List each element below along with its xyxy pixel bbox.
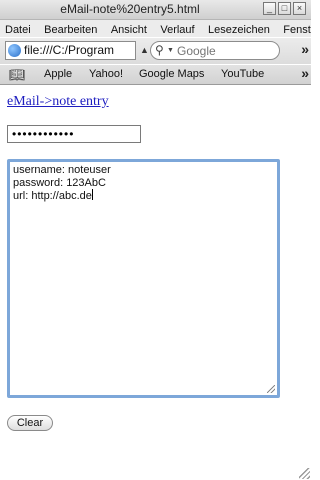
menu-bearbeiten[interactable]: Bearbeiten — [39, 21, 101, 37]
search-input[interactable] — [175, 43, 279, 59]
clear-button[interactable]: Clear — [7, 415, 53, 431]
minimize-button[interactable]: _ — [263, 2, 276, 15]
window-resize-grip[interactable] — [299, 468, 310, 479]
bookmark-apple[interactable]: Apple — [44, 68, 72, 80]
notes-textarea[interactable]: username: noteuser password: 123AbC url:… — [7, 159, 280, 398]
notes-line-last: url: http://abc.de — [13, 189, 274, 203]
search-engine-dropdown-icon[interactable]: ▼ — [167, 47, 174, 54]
search-box: ⚲ ▼ — [150, 41, 280, 60]
address-bar[interactable]: file:///C:/Program — [5, 41, 136, 60]
bookmarks-overflow-chevron-icon[interactable]: » — [301, 65, 309, 81]
maximize-button[interactable]: □ — [278, 2, 291, 15]
toolbar-overflow-chevron-icon[interactable]: » — [301, 41, 309, 57]
bookmarks-bar: 📖︎ Apple Yahoo! Google Maps YouTube » — [0, 65, 311, 85]
menu-lesezeichen[interactable]: Lesezeichen — [203, 21, 274, 37]
navigation-toolbar: file:///C:/Program ▲︎ ⚲ ▼ » — [0, 38, 311, 64]
address-text: file:///C:/Program — [24, 43, 115, 57]
globe-icon — [8, 44, 21, 57]
notes-line: username: noteuser — [13, 164, 111, 176]
email-note-entry-link[interactable]: eMail->note entry — [7, 94, 109, 110]
menu-bar: Datei Bearbeiten Ansicht Verlauf Lesezei… — [0, 20, 311, 37]
bookmark-google-maps[interactable]: Google Maps — [139, 68, 204, 80]
history-dropdown-icon[interactable]: ▲︎ — [140, 45, 149, 55]
text-cursor — [91, 189, 93, 200]
menu-ansicht[interactable]: Ansicht — [106, 21, 151, 37]
title-bar: eMail-note%20entry5.html _ □ × — [0, 0, 311, 20]
menu-fenster[interactable]: Fenster — [278, 21, 311, 37]
notes-line-text: url: http://abc.de — [13, 190, 92, 202]
notes-line: password: 123AbC — [13, 176, 106, 189]
search-icon[interactable]: ⚲ — [155, 43, 164, 57]
menu-verlauf[interactable]: Verlauf — [155, 21, 198, 37]
password-field[interactable]: •••••••••••• — [7, 125, 141, 143]
bookmark-yahoo[interactable]: Yahoo! — [89, 68, 123, 80]
window-title: eMail-note%20entry5.html — [60, 2, 200, 16]
textarea-resize-handle[interactable] — [267, 385, 275, 393]
close-button[interactable]: × — [293, 2, 306, 15]
bookmark-youtube[interactable]: YouTube — [221, 68, 264, 80]
bookmarks-book-icon[interactable]: 📖︎ — [9, 67, 26, 83]
menu-datei[interactable]: Datei — [0, 21, 35, 37]
